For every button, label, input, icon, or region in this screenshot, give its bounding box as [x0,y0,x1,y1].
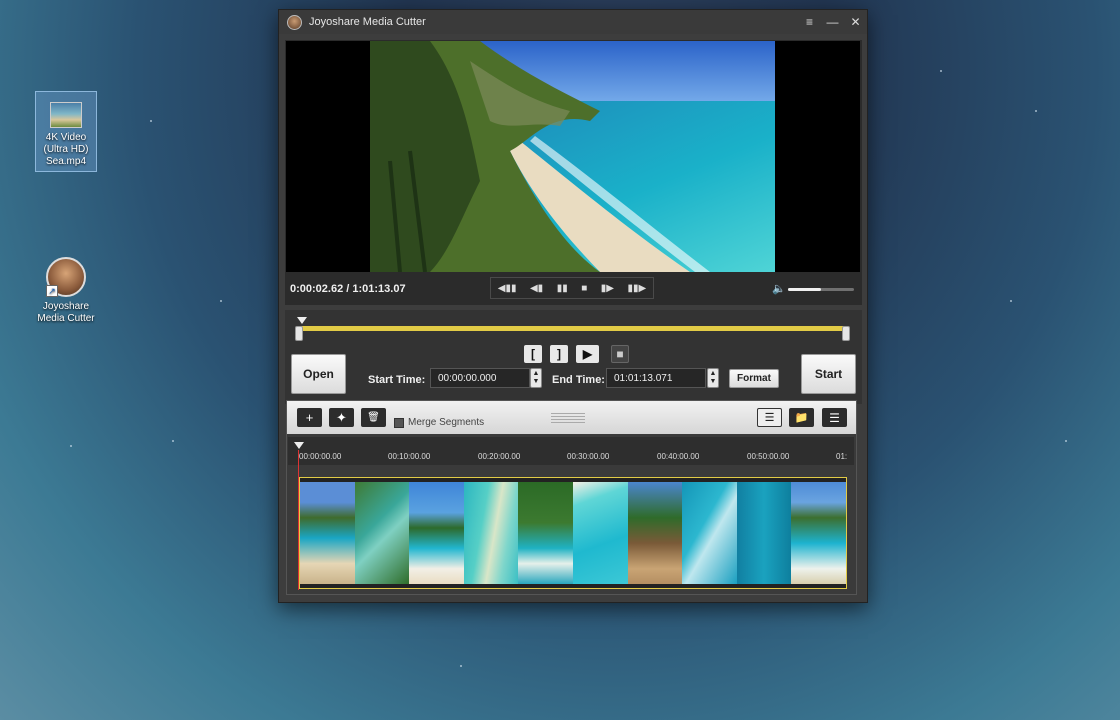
drag-grip-icon[interactable] [551,413,585,423]
pause-icon[interactable]: ▮▮ [557,283,568,294]
video-preview[interactable] [286,41,860,272]
end-time-label: End Time: [552,374,605,386]
start-time-stepper[interactable]: ▲ ▼ [530,368,542,388]
title-bar[interactable]: Joyoshare Media Cutter ≡ — ✕ [279,10,867,34]
timeline-thumbnail [627,482,683,584]
timeline-thumbnail [736,482,792,584]
trim-end-handle[interactable] [842,326,850,341]
end-time-field[interactable]: 01:01:13.071 [606,368,706,388]
minimize-button[interactable]: — [821,12,844,32]
timeline-panel: + ✦ 🗑 Merge Segments ☰ 📁 ☰ 00:00:00.00 0… [286,400,857,595]
output-folder-button[interactable]: 📁 [789,408,814,427]
player-area: 0:00:02.62 / 1:01:13.07 ◀▮▮ ◀▮ ▮▮ ■ ▮▶ ▮… [285,40,862,305]
edit-panel: [ ] ▶ ■ Open Start Start Time: 00:00:00.… [285,310,862,404]
app-shortcut-icon: ↗ [46,257,86,297]
step-back-icon[interactable]: ◀▮ [530,283,543,294]
volume-icon[interactable]: 🔈 [772,282,786,295]
menu-button[interactable]: ≡ [798,12,821,32]
stop-segment-button[interactable]: ■ [611,345,629,363]
video-frame [370,41,775,272]
volume-level [788,288,821,291]
tick-label: 00:50:00.00 [747,452,790,461]
desktop-icon-label: Joyoshare Media Cutter [37,301,95,324]
skip-back-icon[interactable]: ◀▮▮ [498,283,517,294]
playback-controls: ◀▮▮ ◀▮ ▮▮ ■ ▮▶ ▮▮▶ [490,277,654,299]
close-button[interactable]: ✕ [844,12,867,32]
mark-in-button[interactable]: [ [524,345,542,363]
timeline-thumbnail [791,482,846,584]
effects-button[interactable]: ✦ [329,408,354,427]
start-button[interactable]: Start [801,354,856,394]
app-logo-icon [287,14,302,30]
skip-forward-icon[interactable]: ▮▮▶ [628,283,647,294]
video-file-icon [50,102,82,128]
timeline-thumbnail [518,482,573,584]
start-time-label: Start Time: [368,374,426,386]
trim-slider-track[interactable] [299,326,845,331]
desktop-icon-video-file[interactable]: 4K Video (Ultra HD) Sea.mp4 [35,91,97,172]
delete-segment-button[interactable]: 🗑 [361,408,386,427]
timeline-thumbnail [409,482,464,584]
start-time-field[interactable]: 00:00:00.000 [430,368,530,388]
timeline-thumbnail [572,482,628,584]
segment-list-button[interactable]: ☰ [757,408,782,427]
step-forward-icon[interactable]: ▮▶ [601,283,614,294]
slider-position-marker[interactable] [297,317,307,324]
add-segment-button[interactable]: + [297,408,322,427]
tick-label: 01: [836,452,848,461]
mark-out-button[interactable]: ] [550,345,568,363]
tick-label: 00:00:00.00 [299,452,342,461]
playhead-marker[interactable] [294,442,304,449]
timeline-thumbnail [354,482,410,584]
list-menu-button[interactable]: ☰ [822,408,847,427]
play-segment-button[interactable]: ▶ [576,345,599,363]
tick-label: 00:40:00.00 [657,452,700,461]
timeline-thumbnail [682,482,737,584]
tick-label: 00:20:00.00 [478,452,521,461]
playhead-line [298,450,299,590]
thumbnail-strip[interactable] [299,477,847,589]
trim-start-handle[interactable] [295,326,303,341]
time-display: 0:00:02.62 / 1:01:13.07 [290,283,406,295]
format-button[interactable]: Format [729,369,779,388]
timeline-thumbnail [300,482,355,584]
end-time-stepper[interactable]: ▲ ▼ [707,368,719,388]
timeline-toolbar: + ✦ 🗑 Merge Segments ☰ 📁 ☰ [287,401,856,434]
window-title: Joyoshare Media Cutter [309,16,426,28]
merge-segments-checkbox[interactable] [394,418,404,428]
merge-segments-label: Merge Segments [408,417,485,428]
desktop-icon-joyoshare[interactable]: ↗ Joyoshare Media Cutter [35,257,97,325]
media-cutter-window: Joyoshare Media Cutter ≡ — ✕ 0:00:02.62 … [278,9,868,603]
timeline-ruler[interactable]: 00:00:00.00 00:10:00.00 00:20:00.00 00:3… [288,437,854,465]
volume-slider[interactable] [788,288,854,291]
open-button[interactable]: Open [291,354,346,394]
desktop-icon-label: 4K Video (Ultra HD) Sea.mp4 [43,132,89,167]
stop-icon[interactable]: ■ [581,283,587,294]
tick-label: 00:30:00.00 [567,452,610,461]
timeline-thumbnail [463,482,519,584]
tick-label: 00:10:00.00 [388,452,431,461]
